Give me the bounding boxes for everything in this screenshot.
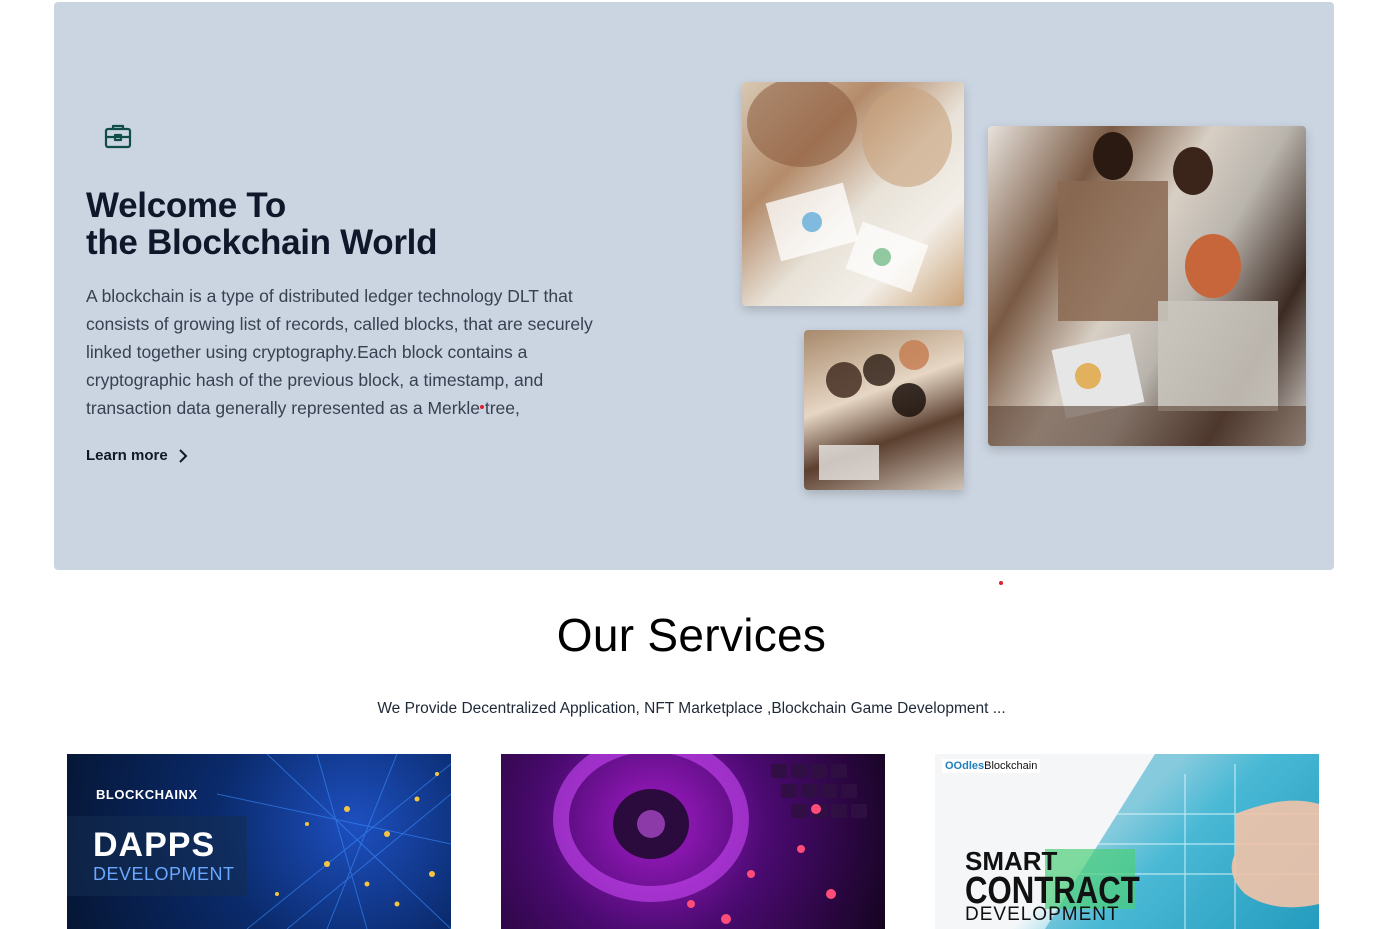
- service-card-gaming[interactable]: [501, 754, 885, 929]
- card-headline: DAPPS: [93, 826, 216, 864]
- team-discussion-photo: [988, 126, 1306, 446]
- briefcase-icon: [102, 120, 134, 152]
- services-title: Our Services: [556, 609, 827, 661]
- card-brand-prefix: OO: [945, 760, 963, 772]
- learn-more-link[interactable]: Learn more: [86, 447, 188, 464]
- hero-description: A blockchain is a type of distributed le…: [86, 286, 593, 418]
- hero-title-line1: Welcome To: [86, 186, 286, 225]
- cursor-dot: [999, 581, 1003, 585]
- cursor-dot: [480, 405, 484, 409]
- card-line3: DEVELOPMENT: [965, 904, 1120, 925]
- team-laptop-photo: [804, 330, 964, 490]
- hero-section: Welcome To the Blockchain World A blockc…: [54, 2, 1334, 570]
- card-brand: OOdlesBlockchain: [942, 759, 1041, 773]
- card-brand: BLOCKCHAINX: [96, 787, 198, 802]
- service-card-smart-contract[interactable]: OOdlesBlockchain SMART CONTRACT DEVELOPM…: [935, 754, 1319, 929]
- hero-title-line2: the Blockchain World: [86, 223, 438, 262]
- hero-title: Welcome To the Blockchain World: [86, 187, 437, 261]
- chevron-right-icon: [178, 448, 188, 463]
- card-subheadline: DEVELOPMENT: [93, 864, 235, 884]
- team-meeting-photo: [742, 82, 964, 306]
- card-brand-highlight: dles: [962, 760, 985, 772]
- learn-more-label: Learn more: [86, 447, 168, 464]
- service-card-dapps[interactable]: BLOCKCHAINX DAPPS DEVELOPMENT: [67, 754, 451, 929]
- services-subtitle: We Provide Decentralized Application, NF…: [377, 700, 1006, 717]
- card-brand-suffix: Blockchain: [984, 760, 1038, 772]
